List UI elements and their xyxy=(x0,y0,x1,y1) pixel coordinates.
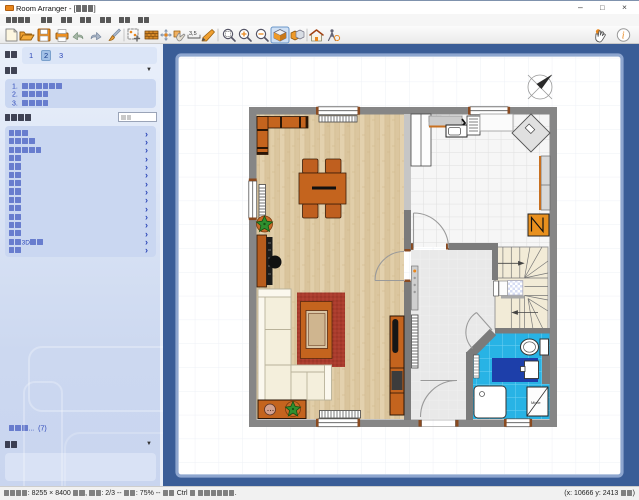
svg-text:3,5: 3,5 xyxy=(189,31,197,37)
svg-text:i: i xyxy=(622,31,625,42)
svg-text:Miele: Miele xyxy=(531,400,541,405)
